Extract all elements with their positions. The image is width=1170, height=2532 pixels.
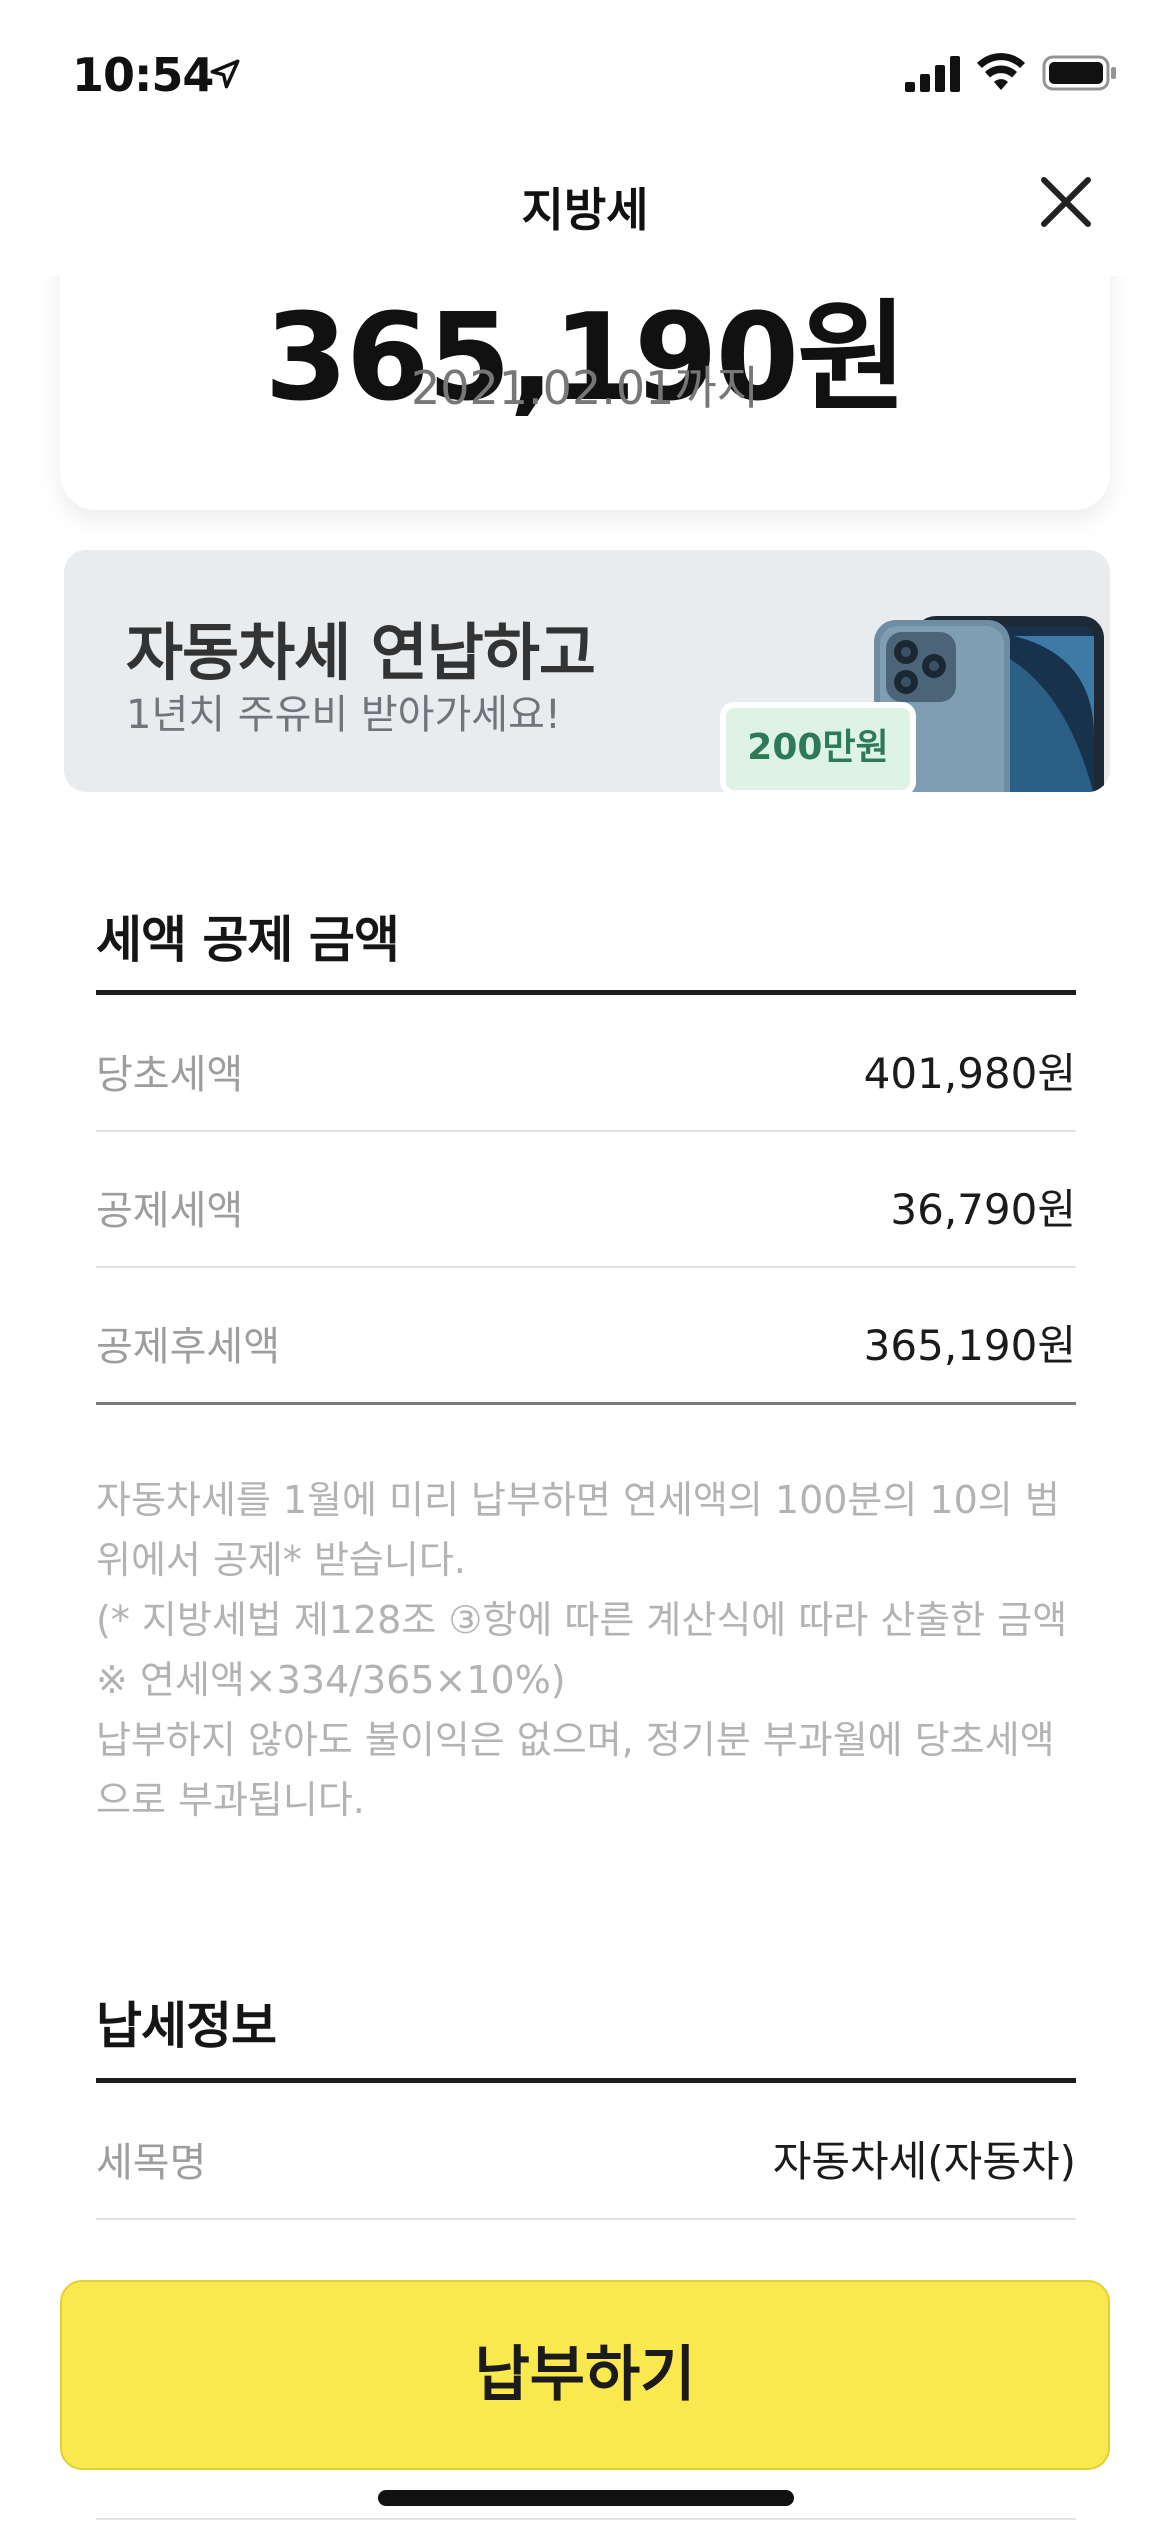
tax-info-section-title: 납세정보 xyxy=(96,1997,277,2055)
banner-badge: 200만원 xyxy=(720,702,916,792)
section-divider xyxy=(96,990,1076,995)
section-divider xyxy=(96,1402,1076,1405)
row-divider xyxy=(96,1266,1076,1268)
deduction-notes: 자동차세를 1월에 미리 납부하면 연세액의 100분의 10의 범위에서 공제… xyxy=(96,1470,1081,1830)
banner-subtitle: 1년치 주유비 받아가세요! xyxy=(126,692,561,738)
section-divider xyxy=(96,2078,1076,2083)
close-icon[interactable] xyxy=(1036,172,1096,232)
row-value: 401,980원 xyxy=(863,1049,1076,1098)
page-title: 지방세 xyxy=(521,183,649,237)
row-value: 자동차세(자동차) xyxy=(772,2137,1076,2186)
home-indicator[interactable] xyxy=(378,2490,794,2506)
deduction-section-title: 세액 공제 금액 xyxy=(96,911,400,969)
note-text: (* 지방세법 제128조 ③항에 따른 계산식에 따라 산출한 금액※ 연세액… xyxy=(96,1598,1068,1702)
wifi-icon xyxy=(977,53,1025,90)
row-label: 당초세액 xyxy=(96,1052,244,1098)
location-arrow-icon xyxy=(210,59,240,89)
banner-title: 자동차세 연납하고 xyxy=(126,616,596,689)
due-date: 2021.02.01까지 xyxy=(410,361,760,415)
pay-button[interactable]: 납부하기 xyxy=(60,2280,1110,2470)
status-time: 10:54 xyxy=(72,48,214,102)
row-label: 공제세액 xyxy=(96,1188,244,1234)
battery-icon xyxy=(1042,55,1116,91)
row-label: 세목명 xyxy=(96,2140,207,2186)
cellular-signal-icon xyxy=(905,56,960,92)
row-label: 공제후세액 xyxy=(96,1324,280,1370)
row-value: 365,190원 xyxy=(863,1321,1076,1370)
row-value: 36,790원 xyxy=(890,1185,1076,1234)
row-divider xyxy=(96,2218,1076,2220)
note-text: 자동차세를 1월에 미리 납부하면 연세액의 100분의 10의 범위에서 공제… xyxy=(96,1478,1060,1582)
promo-banner[interactable]: 자동차세 연납하고 1년치 주유비 받아가세요! 200만원 xyxy=(64,550,1110,792)
row-divider xyxy=(96,1130,1076,1132)
note-text: 납부하지 않아도 불이익은 없으며, 정기분 부과월에 당초세액으로 부과됩니다… xyxy=(96,1718,1055,1822)
status-bar: 10:54 xyxy=(0,0,1170,140)
nav-bar: 지방세 xyxy=(0,140,1170,276)
row-divider xyxy=(96,2518,1076,2520)
